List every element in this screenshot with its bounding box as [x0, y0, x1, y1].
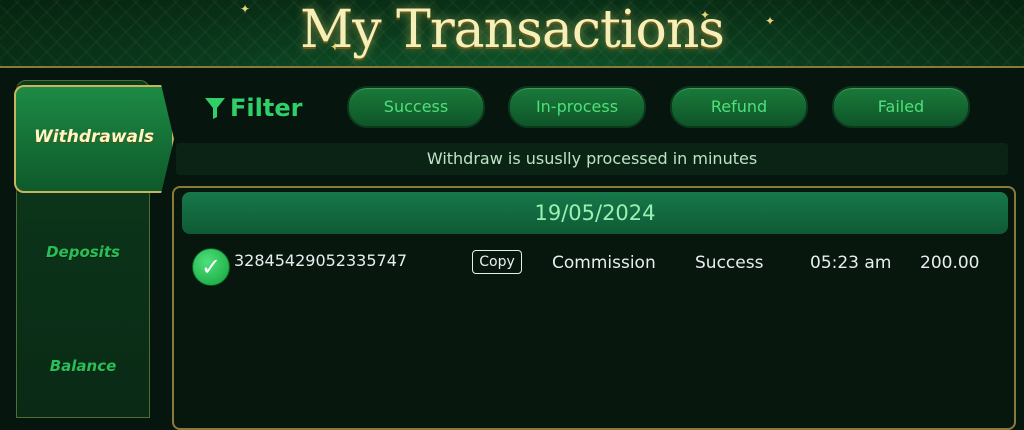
- processing-notice: Withdraw is ususlly processed in minutes: [176, 143, 1008, 175]
- transaction-date-header: 19/05/2024: [182, 192, 1008, 234]
- transaction-row: ✓ 32845429052335747 Copy Commission Succ…: [174, 242, 1014, 292]
- filter-label: Filter: [204, 92, 302, 124]
- copy-button[interactable]: Copy: [472, 250, 522, 274]
- transaction-id: 32845429052335747: [234, 251, 408, 270]
- transaction-time: 05:23 am: [810, 253, 892, 273]
- header-banner: ✦ ✦ ✦ ✦ My Transactions: [0, 0, 1024, 68]
- filter-in-process-button[interactable]: In-process: [508, 86, 646, 128]
- sidebar-item-withdrawals[interactable]: Withdrawals: [14, 85, 174, 193]
- sidebar-item-deposits[interactable]: Deposits: [17, 243, 149, 261]
- transaction-type: Commission: [552, 253, 656, 273]
- transaction-amount: 200.00: [920, 253, 980, 273]
- sidebar-item-label: Withdrawals: [34, 127, 154, 147]
- page-title: My Transactions: [299, 0, 725, 60]
- sidebar-item-balance[interactable]: Balance: [17, 357, 149, 375]
- filter-icon: [205, 98, 225, 119]
- transaction-status: Success: [695, 253, 764, 273]
- filter-text: Filter: [230, 94, 303, 122]
- filter-success-button[interactable]: Success: [347, 86, 485, 128]
- check-icon: ✓: [192, 248, 230, 286]
- transactions-panel: 19/05/2024 ✓ 32845429052335747 Copy Comm…: [172, 186, 1016, 430]
- filter-refund-button[interactable]: Refund: [670, 86, 808, 128]
- filter-failed-button[interactable]: Failed: [832, 86, 970, 128]
